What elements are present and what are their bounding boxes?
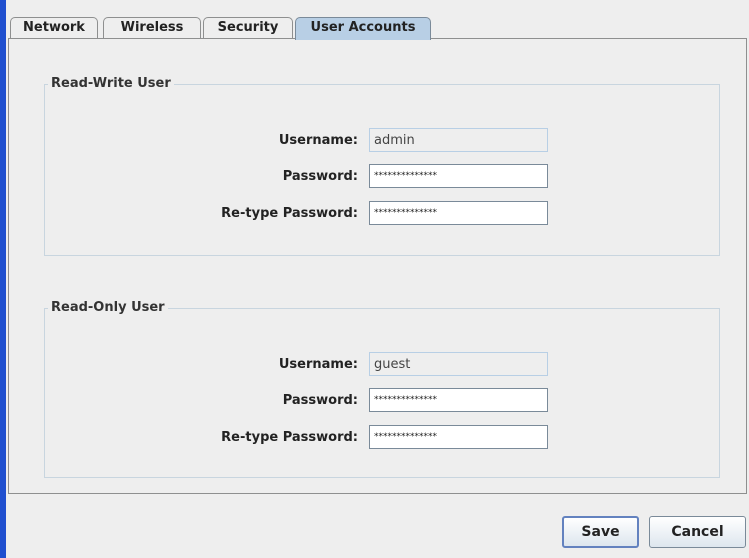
button-bar: Save Cancel xyxy=(6,494,749,558)
rw-retype-password-label: Re-type Password: xyxy=(221,206,358,221)
read-only-user-title: Read-Only User xyxy=(48,300,168,316)
read-only-user-group: Read-Only User Username: Password: Re-ty… xyxy=(44,300,720,478)
tab-network[interactable]: Network xyxy=(10,17,98,39)
cancel-button[interactable]: Cancel xyxy=(649,516,746,548)
rw-password-field[interactable] xyxy=(369,164,548,188)
read-write-user-title: Read-Write User xyxy=(48,76,174,92)
ro-retype-password-label: Re-type Password: xyxy=(221,430,358,445)
tab-strip: Network Wireless Security User Accounts xyxy=(6,0,749,40)
rw-username-label: Username: xyxy=(278,133,358,148)
tab-wireless[interactable]: Wireless xyxy=(103,17,201,39)
ro-username-label: Username: xyxy=(278,357,358,372)
tab-user-accounts[interactable]: User Accounts xyxy=(295,17,431,40)
ro-username-field[interactable] xyxy=(369,352,548,376)
rw-password-label: Password: xyxy=(282,169,358,184)
ro-retype-password-field[interactable] xyxy=(369,425,548,449)
read-write-user-group: Read-Write User Username: Password: Re-t… xyxy=(44,76,720,256)
ro-password-label: Password: xyxy=(282,393,358,408)
rw-retype-password-field[interactable] xyxy=(369,201,548,225)
save-button[interactable]: Save xyxy=(562,516,639,548)
user-accounts-window: Network Wireless Security User Accounts … xyxy=(0,0,749,558)
user-accounts-panel: Read-Write User Username: Password: Re-t… xyxy=(8,38,747,494)
rw-username-field[interactable] xyxy=(369,128,548,152)
ro-password-field[interactable] xyxy=(369,388,548,412)
window-left-border xyxy=(0,0,6,558)
tab-security[interactable]: Security xyxy=(203,17,293,39)
